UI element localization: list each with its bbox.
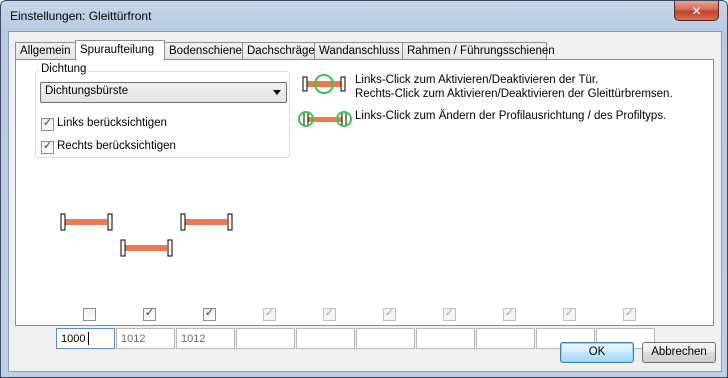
track-checkbox-8: ✓ <box>503 306 516 321</box>
check-icon: ✓ <box>444 306 455 319</box>
track-width-value-2: 1012 <box>121 333 146 345</box>
help-line-3: Links-Click zum Ändern der Profilausrich… <box>355 110 667 122</box>
door-track-1[interactable] <box>60 212 114 232</box>
tab-dachschraege[interactable]: Dachschräge <box>242 42 322 60</box>
track-width-value-1: 1000 <box>61 333 86 345</box>
track-checkbox-10: ✓ <box>623 306 636 321</box>
track-checkbox-5: ✓ <box>323 306 336 321</box>
tab-allgemein[interactable]: Allgemein <box>15 42 76 60</box>
track-width-input-1[interactable]: 1000 <box>56 328 115 349</box>
track-checkbox-3[interactable]: ✓ <box>203 306 216 321</box>
track-width-input-6[interactable] <box>356 328 415 349</box>
check-icon: ✓ <box>42 139 53 152</box>
dichtung-group-label: Dichtung <box>39 63 89 75</box>
check-icon: ✓ <box>564 306 575 319</box>
close-icon: ✕ <box>691 3 702 18</box>
track-width-input-7[interactable] <box>416 328 475 349</box>
tab-wandanschluss[interactable]: Wandanschluss <box>314 42 404 60</box>
text-caret <box>88 332 89 345</box>
dichtung-select-value: Dichtungsbürste <box>45 85 129 97</box>
door-toggle-legend-icon <box>302 74 346 94</box>
check-icon: ✓ <box>42 116 53 129</box>
track-width-value-3: 1012 <box>181 333 206 345</box>
track-checkbox-2[interactable]: ✓ <box>143 306 156 321</box>
check-icon: ✓ <box>624 306 635 319</box>
window-title: Einstellungen: Gleittürfront <box>10 9 152 23</box>
links-checkbox[interactable]: ✓ <box>41 116 54 131</box>
links-checkbox-label[interactable]: Links berücksichtigen <box>57 117 167 129</box>
help-line-1: Links-Click zum Aktivieren/Deaktivieren … <box>355 74 599 86</box>
check-icon: ✓ <box>384 306 395 319</box>
spuraufteilung-panel: Dichtung Dichtungsbürste ✓ Links berücks… <box>15 59 714 349</box>
check-icon: ✓ <box>144 306 155 319</box>
dichtung-select[interactable]: Dichtungsbürste <box>40 82 287 103</box>
ok-button[interactable]: OK <box>560 342 634 363</box>
chevron-down-icon <box>273 90 281 95</box>
cancel-button[interactable]: Abbrechen <box>642 342 716 363</box>
track-checkbox-9: ✓ <box>563 306 576 321</box>
profile-toggle-legend-icon <box>298 111 352 127</box>
track-checkbox-6: ✓ <box>383 306 396 321</box>
door-track-3[interactable] <box>180 212 234 232</box>
track-checkbox-7: ✓ <box>443 306 456 321</box>
tab-bodenschiene[interactable]: Bodenschiene <box>164 42 244 60</box>
track-width-input-4[interactable] <box>236 328 295 349</box>
check-icon: ✓ <box>324 306 335 319</box>
help-line-2: Rechts-Click zum Aktivieren/Deaktivieren… <box>355 88 673 100</box>
tab-spuraufteilung[interactable]: Spuraufteilung <box>75 40 165 61</box>
check-icon: ✓ <box>504 306 515 319</box>
track-checkbox-4: ✓ <box>263 306 276 321</box>
dialog-window: Einstellungen: Gleittürfront ✕ Allgemein… <box>0 0 728 378</box>
check-icon: ✓ <box>264 306 275 319</box>
rechts-checkbox[interactable]: ✓ <box>41 139 54 154</box>
check-icon: ✓ <box>204 306 215 319</box>
track-width-input-2[interactable]: 1012 <box>116 328 175 349</box>
track-width-input-5[interactable] <box>296 328 355 349</box>
client-area: Allgemein Spuraufteilung Bodenschiene Da… <box>8 31 722 372</box>
track-width-input-8[interactable] <box>476 328 535 349</box>
rechts-checkbox-label[interactable]: Rechts berücksichtigen <box>57 140 176 152</box>
track-checkbox-1[interactable] <box>83 308 96 321</box>
track-width-input-3[interactable]: 1012 <box>176 328 235 349</box>
close-button[interactable]: ✕ <box>674 1 719 21</box>
tab-rahmen-fuehrungsschienen[interactable]: Rahmen / Führungsschienen <box>402 42 555 60</box>
title-bar[interactable]: Einstellungen: Gleittürfront ✕ <box>1 1 727 31</box>
door-track-2[interactable] <box>120 238 174 258</box>
